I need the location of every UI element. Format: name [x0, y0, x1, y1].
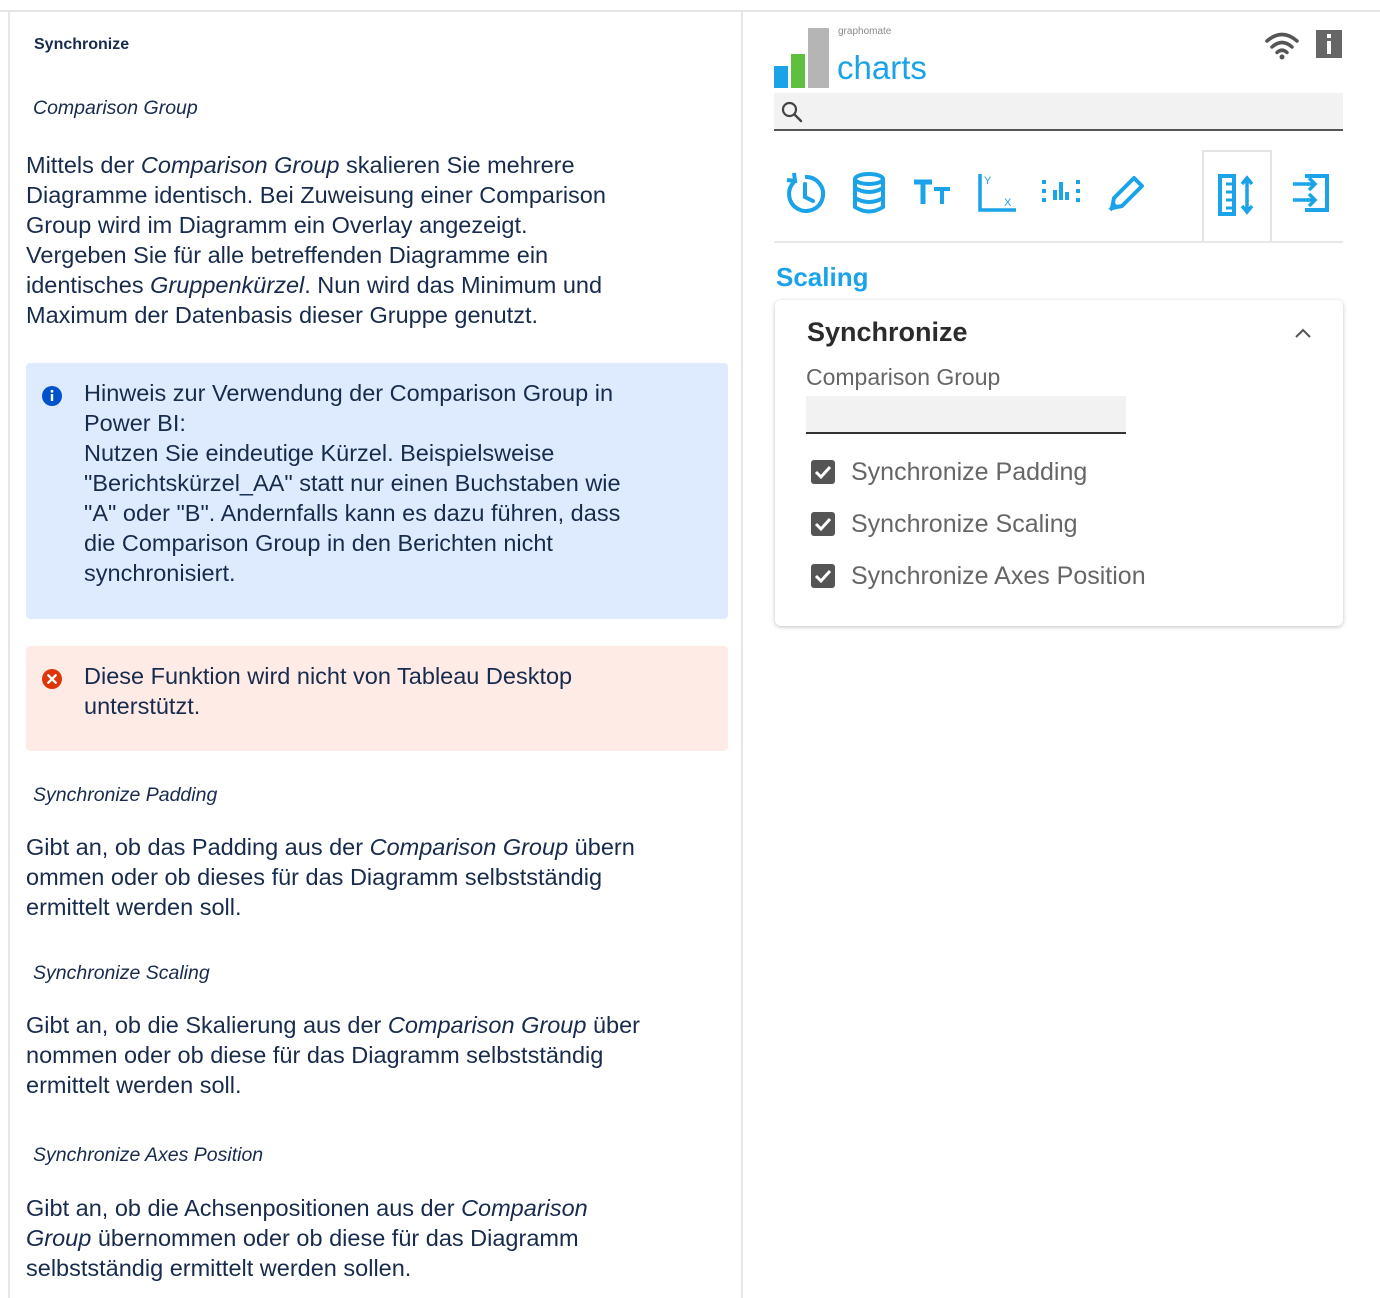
- info-square-icon[interactable]: [1316, 30, 1342, 58]
- logo-small-text: graphomate: [838, 26, 892, 37]
- layout-icon: [1293, 174, 1329, 212]
- scaling-icon: [1218, 174, 1254, 216]
- sync-scaling-text: Gibt an, ob die Skalierung aus der Compa…: [26, 1012, 640, 1098]
- check-label: Synchronize Padding: [851, 458, 1088, 486]
- checkbox[interactable]: [811, 512, 835, 536]
- tab-axis[interactable]: Y X: [966, 150, 1030, 242]
- tabs-underline: [774, 241, 1343, 243]
- checkmark-icon: [814, 569, 832, 584]
- info-circle-icon: [42, 386, 62, 406]
- info-note-text: Hinweis zur Verwendung der Comparison Gr…: [84, 380, 621, 586]
- settings-tabs: Y X: [774, 150, 1343, 242]
- comparison-group-text: Mittels der Comparison Group skalieren S…: [26, 152, 606, 328]
- frame-left-border: [8, 10, 10, 1298]
- logo-bar-blue: [774, 66, 788, 88]
- tab-data-refresh[interactable]: [774, 150, 838, 242]
- sync-scaling-heading: Synchronize Scaling: [33, 962, 210, 984]
- tab-chart-points[interactable]: [1030, 150, 1094, 242]
- sync-padding-heading: Synchronize Padding: [33, 784, 218, 806]
- data-refresh-icon: [786, 172, 826, 213]
- checkmark-icon: [814, 465, 832, 480]
- tab-layout[interactable]: [1279, 150, 1343, 242]
- sync-axes-heading: Synchronize Axes Position: [33, 1144, 264, 1166]
- text-size-icon: [914, 179, 950, 204]
- tab-scaling[interactable]: [1202, 150, 1272, 242]
- tab-pen[interactable]: [1094, 150, 1158, 242]
- error-note-text: Diese Funktion wird nicht von Tableau De…: [84, 663, 573, 719]
- logo-bar-green: [791, 54, 805, 88]
- search-icon: [781, 101, 803, 123]
- tab-text[interactable]: [902, 150, 966, 242]
- card-title: Synchronize: [807, 317, 968, 347]
- info-note: Hinweis zur Verwendung der Comparison Gr…: [26, 363, 728, 619]
- search-bar[interactable]: [774, 93, 1343, 131]
- logo-bar-gray: [808, 28, 829, 88]
- checkbox[interactable]: [811, 564, 835, 588]
- wifi-icon: [1265, 32, 1299, 60]
- frame-top-border: [0, 10, 1380, 12]
- comparison-group-label: Comparison Group: [806, 364, 1001, 390]
- check-label: Synchronize Scaling: [851, 510, 1078, 538]
- comparison-group-input[interactable]: [806, 396, 1126, 434]
- axis-icon: Y X: [978, 174, 1016, 212]
- tab-data[interactable]: [838, 150, 902, 242]
- info-glyph-icon: [1327, 34, 1331, 54]
- doc-title: Synchronize: [34, 36, 130, 53]
- svg-text:X: X: [1004, 197, 1012, 209]
- database-icon: [853, 172, 885, 214]
- section-title: Scaling: [776, 262, 869, 292]
- frame-column-divider: [741, 10, 743, 1298]
- checkbox[interactable]: [811, 460, 835, 484]
- logo-big-text: charts: [837, 49, 927, 86]
- check-label: Synchronize Axes Position: [851, 562, 1146, 590]
- checkmark-icon: [814, 517, 832, 532]
- error-note: Diese Funktion wird nicht von Tableau De…: [26, 646, 728, 751]
- synchronize-card: Synchronize Comparison Group Synchronize…: [775, 300, 1343, 626]
- chevron-up-icon[interactable]: [1293, 326, 1313, 340]
- pen-icon: [1108, 176, 1144, 212]
- sync-axes-text: Gibt an, ob die Achsenpositionen aus der…: [26, 1195, 588, 1281]
- graphomate-logo: graphomate charts: [774, 24, 954, 88]
- svg-text:Y: Y: [984, 175, 992, 187]
- error-circle-icon: [42, 669, 62, 689]
- sync-padding-text: Gibt an, ob das Padding aus der Comparis…: [26, 834, 635, 920]
- comparison-group-heading: Comparison Group: [33, 97, 198, 119]
- chart-points-icon: [1042, 180, 1080, 206]
